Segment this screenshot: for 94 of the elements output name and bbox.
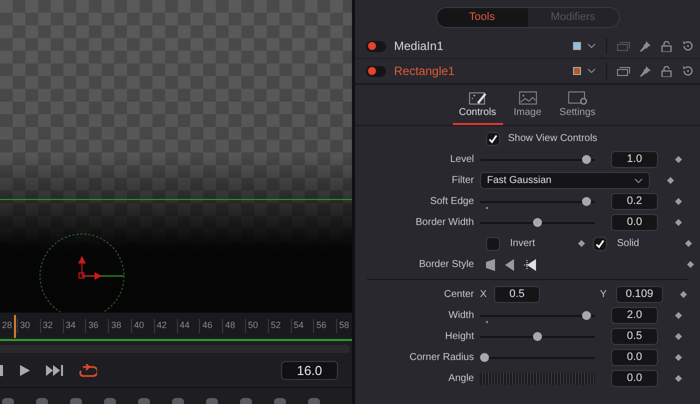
node-toggle[interactable] <box>366 66 386 76</box>
slider-thumb[interactable] <box>533 218 542 226</box>
slider-thumb[interactable] <box>533 332 542 340</box>
timeline-ruler[interactable]: 28 30 32 34 36 38 40 42 44 46 48 50 52 54 56 58 <box>0 312 352 339</box>
image-icon <box>518 91 538 105</box>
keyframe-icon[interactable] <box>675 198 682 205</box>
ruler-tick-label: 54 <box>290 319 314 333</box>
ruler-tick-label: 40 <box>130 319 154 333</box>
skip-end-icon[interactable] <box>46 364 64 376</box>
keyframe-icon[interactable] <box>675 312 682 319</box>
round-corner-icon[interactable] <box>505 258 514 270</box>
value-field[interactable]: 0.0 <box>611 214 658 231</box>
loop-icon[interactable] <box>79 364 97 376</box>
checkbox-label: Show View Controls <box>508 132 598 146</box>
control-label: Border Style <box>418 258 475 272</box>
slider-thumb[interactable] <box>582 154 591 164</box>
versions-icon[interactable] <box>617 66 630 76</box>
filter-dropdown[interactable]: Fast Gaussian <box>480 172 650 189</box>
toolbar-icons-drawing[interactable] <box>0 387 352 404</box>
value-field[interactable]: 0.2 <box>611 193 658 210</box>
time-field[interactable]: 16.0 <box>281 360 338 380</box>
node-color-swatch[interactable] <box>573 67 581 75</box>
pin-icon[interactable] <box>640 66 651 76</box>
ruler-tick-label: 44 <box>176 319 200 333</box>
control-label: Level <box>449 153 475 167</box>
value-field[interactable]: 0.0 <box>611 370 658 387</box>
bevel-corner-icon[interactable] <box>486 258 495 270</box>
control-label: Width <box>447 309 475 323</box>
chevron-down-icon[interactable] <box>587 68 596 74</box>
checkbox[interactable] <box>486 132 500 146</box>
keyframe-icon[interactable] <box>675 156 682 163</box>
step-back-icon[interactable] <box>0 364 3 376</box>
slider-thumb[interactable] <box>582 196 591 206</box>
chevron-down-icon <box>634 178 643 184</box>
play-icon[interactable] <box>20 364 30 376</box>
node-name[interactable]: Rectangle1 <box>394 62 455 80</box>
checkbox[interactable] <box>486 236 500 250</box>
checkbox[interactable] <box>593 236 607 250</box>
reset-icon[interactable] <box>682 40 694 52</box>
control-label: Angle <box>447 372 475 386</box>
keyframe-icon[interactable] <box>685 240 692 247</box>
checkbox-label: Solid <box>617 237 640 251</box>
control-label: Center <box>442 288 475 302</box>
control-label: Soft Edge <box>429 195 475 209</box>
slider-thumb[interactable] <box>480 352 489 362</box>
settings-icon <box>566 91 588 105</box>
keyframe-icon[interactable] <box>675 375 682 382</box>
keyframe-icon[interactable] <box>578 240 585 247</box>
value-field[interactable]: 0.0 <box>611 349 658 366</box>
ruler-tick-label: 32 <box>40 319 63 333</box>
keyframe-icon[interactable] <box>667 177 674 184</box>
miter-corner-icon[interactable] <box>524 258 536 270</box>
node-name[interactable]: MediaIn1 <box>394 37 444 55</box>
reset-icon[interactable] <box>682 65 694 77</box>
inspector-tab[interactable]: Image <box>502 91 552 125</box>
ruler-tick-label: 56 <box>313 319 336 333</box>
lock-icon[interactable] <box>661 40 672 52</box>
panel-tab[interactable]: Tools <box>436 8 528 27</box>
control-label: Height <box>444 330 475 344</box>
ruler-tick-label: 50 <box>244 319 268 333</box>
ruler-tick-label: 36 <box>85 319 108 333</box>
value-field[interactable]: 0.5 <box>611 328 658 345</box>
value-field[interactable]: 0.5 <box>494 286 540 303</box>
chevron-down-icon[interactable] <box>587 43 596 49</box>
control-label: Corner Radius <box>408 351 475 365</box>
ruler-tick-label: 52 <box>268 319 291 333</box>
value-field[interactable]: 1.0 <box>611 151 658 168</box>
ruler-tick-label: 34 <box>62 319 86 333</box>
lock-icon[interactable] <box>661 66 672 76</box>
node-color-swatch[interactable] <box>573 42 581 50</box>
axis-label: X <box>480 288 488 302</box>
checkbox-label: Invert <box>510 237 536 251</box>
ruler-tick-label: 30 <box>17 319 40 333</box>
value-field[interactable]: 0.109 <box>616 286 663 303</box>
ruler-tick-label: 42 <box>154 319 177 333</box>
node-toggle[interactable] <box>366 40 386 52</box>
ruler-tick-label: 46 <box>199 319 222 333</box>
ruler-tick-label: 28 <box>1 319 12 332</box>
control-label: Border Width <box>414 216 475 230</box>
keyframe-icon[interactable] <box>675 333 682 340</box>
keyframe-icon[interactable] <box>675 354 682 361</box>
keyframe-icon[interactable] <box>687 261 694 268</box>
angle-thumbwheel[interactable] <box>480 372 595 384</box>
value-field[interactable]: 2.0 <box>611 307 658 324</box>
pin-icon[interactable] <box>640 40 651 52</box>
wand-icon <box>468 91 488 105</box>
control-label: Filter <box>450 174 475 188</box>
keyframe-icon[interactable] <box>680 291 687 298</box>
inspector-tab[interactable]: Settings <box>552 91 602 125</box>
ruler-tick-label: 38 <box>108 319 131 333</box>
axis-label: Y <box>600 288 608 302</box>
ruler-tick-label: 48 <box>222 319 245 333</box>
slider-thumb[interactable] <box>582 310 591 320</box>
keyframe-icon[interactable] <box>675 219 682 226</box>
